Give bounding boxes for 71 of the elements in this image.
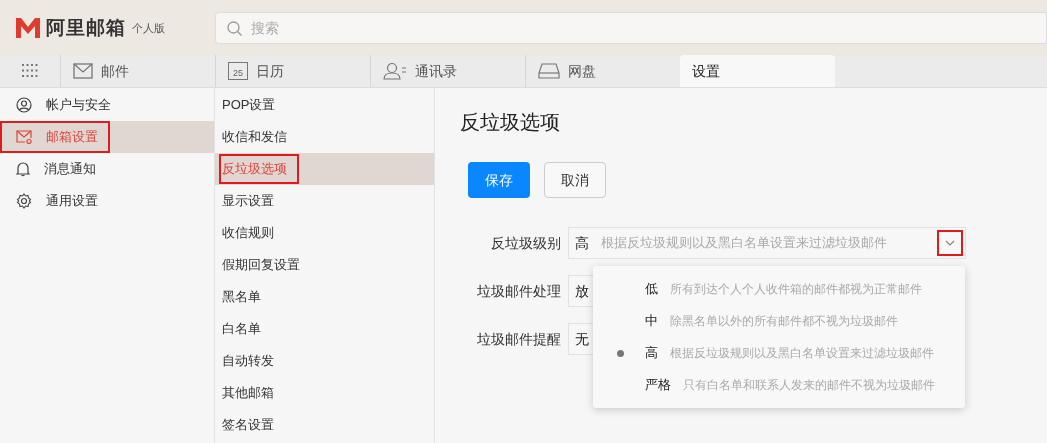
edition-label: 个人版 [132,20,165,36]
envelope-icon [73,63,93,79]
nav-tab[interactable]: 25 日历 [215,55,370,87]
option-label: 中 [645,312,658,331]
save-button[interactable]: 保存 [468,162,530,198]
submenu-label: 假期回复设置 [221,256,301,275]
submenu-label: 收信和发信 [221,128,288,147]
submenu-item[interactable]: 签名设置 [215,409,434,441]
cancel-button[interactable]: 取消 [544,162,606,198]
submenu-item[interactable]: 收信规则 [215,217,434,249]
logo-text: 阿里邮箱 [46,15,126,40]
submenu-label: 白名单 [221,320,262,339]
bell-icon [16,161,30,177]
option-description: 除黑名单以外的所有邮件都不视为垃圾邮件 [670,313,898,330]
user-icon [16,97,32,113]
option-label: 低 [645,280,658,299]
select-description: 根据反垃圾规则以及黑白名单设置来过滤垃圾邮件 [601,234,887,253]
submenu-label: 收信规则 [221,224,275,243]
dropdown-option[interactable]: 高 根据反垃圾规则以及黑白名单设置来过滤垃圾邮件 [593,337,965,369]
select-value: 无 [575,329,589,349]
calendar-icon: 25 [228,62,248,80]
option-label: 严格 [645,376,671,395]
submenu-item[interactable]: 假期回复设置 [215,249,434,281]
settings-icon [16,193,32,209]
submenu-label: 黑名单 [221,288,262,307]
submenu-item[interactable]: 黑名单 [215,281,434,313]
option-description: 只有白名单和联系人发来的邮件不视为垃圾邮件 [683,377,935,394]
field-label: 垃圾邮件提醒 [476,329,562,349]
drive-icon [538,63,560,79]
nav-tab[interactable]: 设置 [680,55,835,87]
select-field[interactable]: 高 根据反垃圾规则以及黑白名单设置来过滤垃圾邮件 [568,227,966,259]
submenu-label: 其他邮箱 [221,384,275,403]
submenu-item[interactable]: POP设置 [215,89,434,121]
search-icon [227,21,242,36]
submenu-item[interactable]: 收信和发信 [215,121,434,153]
chevron-down-icon [945,240,955,246]
sidebar-label: 邮箱设置 [46,128,98,147]
page-title: 反垃圾选项 [460,110,561,135]
dropdown-option[interactable]: 中 除黑名单以外的所有邮件都不视为垃圾邮件 [593,305,965,337]
field-label: 反垃圾级别 [490,233,562,253]
submenu-label: 自动转发 [221,352,275,371]
submenu-label: 签名设置 [221,416,275,435]
select-value: 高 [575,233,589,253]
sidebar-label: 帐户与安全 [46,96,111,115]
sidebar-item[interactable]: 帐户与安全 [0,89,214,121]
submenu-item[interactable]: 其他邮箱 [215,377,434,409]
sidebar-item[interactable]: 通用设置 [0,185,214,217]
dropdown-option[interactable]: 低 所有到达个人个人收件箱的邮件都视为正常邮件 [593,273,965,305]
dropdown-option[interactable]: 严格 只有白名单和联系人发来的邮件不视为垃圾邮件 [593,369,965,401]
nav-tab[interactable]: 通讯录 [370,55,525,87]
submenu-item[interactable]: 白名单 [215,313,434,345]
submenu-item[interactable]: 自动转发 [215,345,434,377]
sidebar-item[interactable]: 消息通知 [0,153,214,185]
option-description: 根据反垃圾规则以及黑白名单设置来过滤垃圾邮件 [670,345,934,362]
sidebar-label: 通用设置 [46,192,98,211]
apps-grid-icon[interactable] [22,64,38,78]
sidebar-label: 消息通知 [44,160,96,179]
submenu-label: POP设置 [221,96,277,115]
logo-icon [16,18,40,38]
select-value: 放 [575,281,589,301]
envelope-icon [16,130,32,144]
option-label: 高 [645,344,658,363]
option-description: 所有到达个人个人收件箱的邮件都视为正常邮件 [670,281,922,298]
nav-tab[interactable]: 邮件 [60,55,215,87]
contacts-icon [383,62,407,80]
submenu-label: 显示设置 [221,192,275,211]
submenu-item[interactable]: 显示设置 [215,185,434,217]
field-label: 垃圾邮件处理 [476,281,562,301]
dropdown-toggle[interactable] [937,230,963,256]
submenu-label: 反垃圾选项 [219,154,299,184]
search-field[interactable]: 搜索 [215,12,1047,44]
